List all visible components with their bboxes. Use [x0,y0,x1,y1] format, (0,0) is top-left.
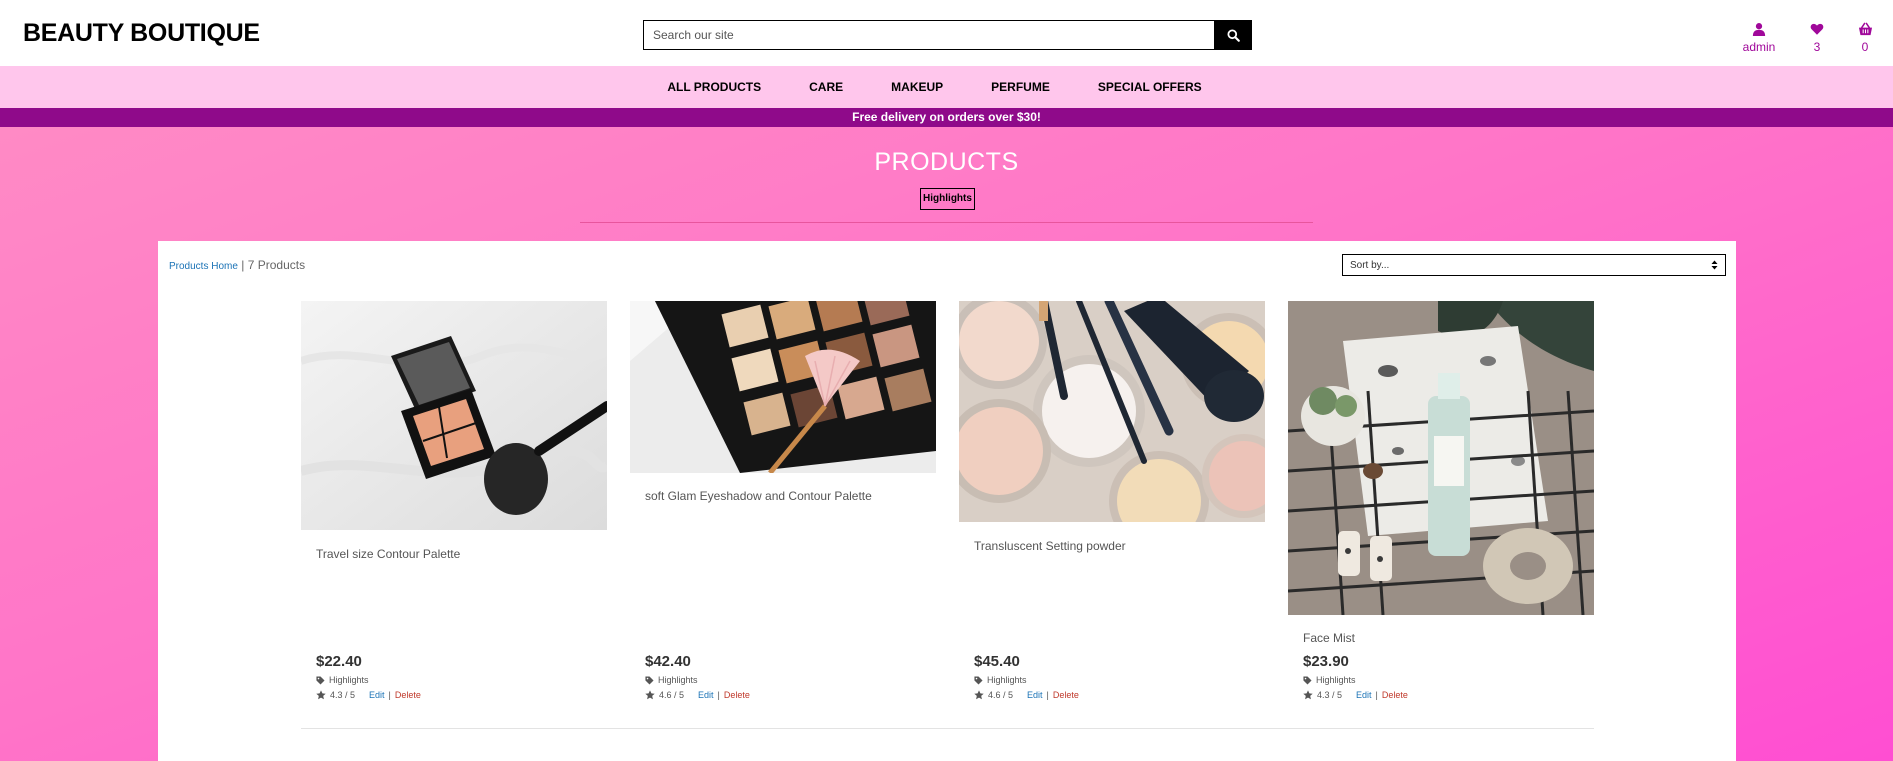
site-header: BEAUTY BOUTIQUE admin 3 0 [0,0,1893,66]
product-rating: 4.6 / 5 Edit | Delete [974,690,1264,700]
tag-icon [1303,675,1312,685]
product-tag[interactable]: Highlights [974,675,1264,685]
rating-value: 4.6 / 5 [988,690,1014,700]
nav-makeup[interactable]: MAKEUP [891,80,943,94]
rating-value: 4.3 / 5 [330,690,356,700]
product-card: Transluscent Setting powder $45.40 Highl… [959,301,1265,700]
tag-icon [316,675,325,685]
delivery-banner: Free delivery on orders over $30! [0,108,1893,127]
sort-arrows-icon [1711,260,1718,270]
product-image[interactable] [1288,301,1594,615]
delete-link[interactable]: Delete [395,690,421,700]
tag-icon [645,675,654,685]
edit-link[interactable]: Edit [369,690,385,700]
sort-select-value: Sort by... [1350,259,1390,271]
divider [580,222,1313,223]
nav-perfume[interactable]: PERFUME [991,80,1050,94]
product-image[interactable] [959,301,1265,522]
breadcrumb-products-home[interactable]: Products Home [169,261,238,272]
product-meta: $42.40 Highlights 4.6 / 5 Edit | Delete [645,653,935,700]
product-meta: $22.40 Highlights 4.3 / 5 Edit | Delete [316,653,606,700]
page-title: PRODUCTS [874,148,1019,176]
breadcrumb-separator: | [237,258,248,272]
action-separator: | [1375,690,1378,700]
product-title[interactable]: Travel size Contour Palette [316,547,460,561]
heart-icon [1810,23,1824,35]
product-tag-label: Highlights [1316,675,1356,685]
product-tag[interactable]: Highlights [645,675,935,685]
product-image[interactable] [301,301,607,530]
wishlist-count: 3 [1813,40,1821,54]
nav-all-products[interactable]: ALL PRODUCTS [667,80,761,94]
product-tag[interactable]: Highlights [316,675,606,685]
star-icon [1303,690,1313,700]
product-title[interactable]: Face Mist [1303,631,1355,645]
product-rating: 4.3 / 5 Edit | Delete [1303,690,1593,700]
search-icon [1226,28,1240,42]
product-price: $22.40 [316,653,362,670]
product-price: $42.40 [645,653,691,670]
product-tag-label: Highlights [329,675,369,685]
action-separator: | [388,690,391,700]
edit-link[interactable]: Edit [1027,690,1043,700]
basket-count: 0 [1861,40,1869,54]
delete-link[interactable]: Delete [1053,690,1079,700]
tag-icon [974,675,983,685]
category-tag-chip[interactable]: Highlights [920,188,975,210]
star-icon [645,690,655,700]
edit-link[interactable]: Edit [698,690,714,700]
nav-care[interactable]: CARE [809,80,843,94]
product-rating: 4.3 / 5 Edit | Delete [316,690,606,700]
star-icon [316,690,326,700]
main-nav: ALL PRODUCTS CARE MAKEUP PERFUME SPECIAL… [0,66,1893,108]
nav-special-offers[interactable]: SPECIAL OFFERS [1098,80,1202,94]
account-link[interactable]: admin [1734,22,1784,54]
product-tag[interactable]: Highlights [1303,675,1593,685]
product-meta: $45.40 Highlights 4.6 / 5 Edit | Delete [974,653,1264,700]
delete-link[interactable]: Delete [724,690,750,700]
rating-value: 4.3 / 5 [1317,690,1343,700]
product-image[interactable] [630,301,936,473]
divider [301,728,1594,729]
search-form [643,20,1252,50]
product-price: $45.40 [974,653,1020,670]
user-icon [1752,23,1766,36]
action-separator: | [717,690,720,700]
sort-select[interactable]: Sort by... [1342,254,1726,276]
site-logo[interactable]: BEAUTY BOUTIQUE [23,19,260,48]
product-card: soft Glam Eyeshadow and Contour Palette … [630,301,936,700]
account-label: admin [1742,40,1776,54]
product-meta: $23.90 Highlights 4.3 / 5 Edit | Delete [1303,653,1593,700]
action-separator: | [1046,690,1049,700]
product-count: 7 Products [247,258,306,272]
edit-link[interactable]: Edit [1356,690,1372,700]
basket-link[interactable]: 0 [1840,22,1890,54]
product-card: Travel size Contour Palette $22.40 Highl… [301,301,607,700]
search-input[interactable] [643,20,1214,50]
product-tag-label: Highlights [987,675,1027,685]
product-rating: 4.6 / 5 Edit | Delete [645,690,935,700]
delete-link[interactable]: Delete [1382,690,1408,700]
basket-icon [1858,22,1872,36]
product-price: $23.90 [1303,653,1349,670]
wishlist-link[interactable]: 3 [1792,22,1842,54]
product-card: Face Mist $23.90 Highlights 4.3 / 5 Edit… [1288,301,1594,700]
product-title[interactable]: soft Glam Eyeshadow and Contour Palette [645,489,872,503]
search-button[interactable] [1214,20,1252,50]
rating-value: 4.6 / 5 [659,690,685,700]
breadcrumb: Products Home | 7 Products [169,258,305,272]
product-tag-label: Highlights [658,675,698,685]
product-title[interactable]: Transluscent Setting powder [974,539,1126,553]
star-icon [974,690,984,700]
